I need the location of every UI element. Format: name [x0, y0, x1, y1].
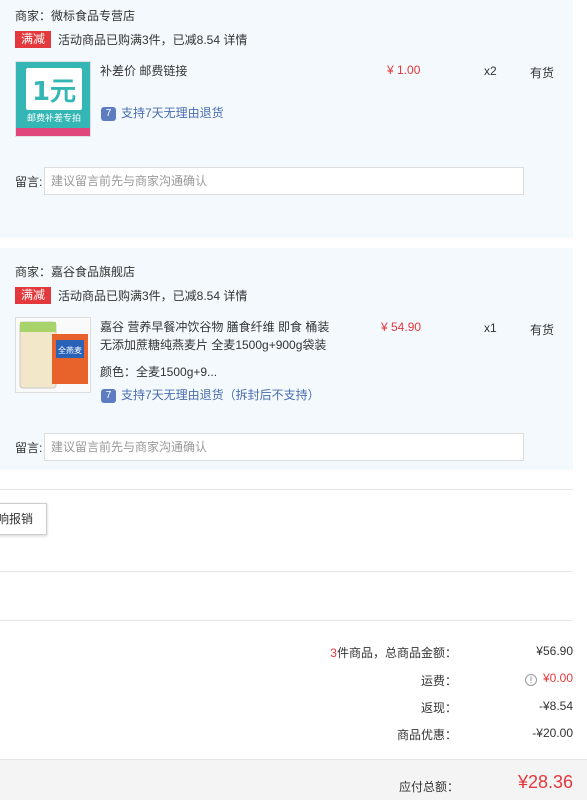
promo-detail-link[interactable]: 详情: [223, 33, 247, 47]
product-price: ¥ 54.90: [381, 320, 422, 334]
thumb-big-text: 1元: [32, 77, 76, 107]
return-guarantee-text: 支持7天无理由退货（拆封后不支持）: [121, 388, 320, 402]
product-name-line2: 无添加蔗糖纯燕麦片 全麦1500g+900g袋装: [100, 338, 327, 352]
promo-text: 活动商品已购满3件，已减8.54 详情: [58, 287, 247, 304]
invoice-button[interactable]: 响报销: [0, 503, 47, 535]
discount-label: 商品优惠：: [396, 728, 457, 742]
thumb-caption: 邮费补差专拍: [27, 112, 81, 124]
goods-count: 3: [330, 646, 337, 660]
cashback-label: 返现：: [420, 701, 457, 715]
total-label: 应付总额：: [398, 780, 459, 794]
promo-tag: 满减: [15, 31, 52, 48]
note-label: 留言:: [15, 441, 43, 455]
promo-tag: 满减: [15, 287, 52, 304]
promo-description: 活动商品已购满3件，已减8.54: [58, 289, 221, 303]
merchant-name[interactable]: 商家：嘉谷食品旗舰店: [15, 263, 135, 280]
product-variant: 颜色：全麦1500g+9...: [100, 365, 218, 379]
return-guarantee-text: 支持7天无理由退货: [121, 106, 224, 120]
product-name[interactable]: 补差价 邮费链接: [100, 62, 187, 80]
merchant-name[interactable]: 商家：微标食品专营店: [15, 7, 135, 24]
shipping-label: 运费：: [420, 674, 457, 688]
product-price: ¥ 1.00: [387, 63, 421, 77]
total-bar: 应付总额： ¥28.36: [0, 759, 587, 800]
return-guarantee[interactable]: 7 支持7天无理由退货（拆封后不支持）: [101, 388, 320, 403]
product-thumbnail[interactable]: 全燕麦: [15, 317, 91, 393]
goods-count-suffix: 件商品，总商品金额：: [336, 646, 457, 660]
promo-description: 活动商品已购满3件，已减8.54: [58, 33, 221, 47]
info-icon[interactable]: !: [524, 674, 537, 686]
section-divider: [0, 571, 573, 572]
cashback-value: -¥8.54: [538, 699, 573, 713]
total-value: ¥28.36: [517, 772, 573, 792]
oatmeal-thumbnail-graphic: 全燕麦: [16, 318, 90, 392]
goods-count-label: 3件商品，总商品金额：: [330, 644, 457, 661]
promo-detail-link[interactable]: 详情: [223, 289, 247, 303]
product-quantity: x1: [484, 321, 497, 335]
store-block-2: 商家：嘉谷食品旗舰店 满减 活动商品已购满3件，已减8.54 详情 全燕麦 嘉谷…: [0, 248, 573, 470]
product-quantity: x2: [484, 64, 497, 78]
note-input[interactable]: [44, 433, 524, 461]
shipping-row-value: ! ¥0.00: [524, 671, 573, 686]
section-divider: [0, 620, 573, 621]
note-input[interactable]: [44, 167, 524, 195]
product-thumbnail[interactable]: 1元 邮费补差专拍: [15, 61, 91, 137]
postage-thumbnail-graphic: 1元 邮费补差专拍: [16, 62, 90, 136]
goods-total-value: ¥56.90: [536, 644, 573, 658]
product-name[interactable]: 嘉谷 营养早餐冲饮谷物 膳食纤维 即食 桶装 无添加蔗糖纯燕麦片 全麦1500g…: [100, 318, 329, 354]
return-guarantee[interactable]: 7 支持7天无理由退货: [101, 106, 224, 121]
discount-value: -¥20.00: [532, 726, 573, 740]
thumb-text: 全燕麦: [58, 345, 82, 355]
product-name-line1: 嘉谷 营养早餐冲饮谷物 膳食纤维 即食 桶装: [100, 320, 330, 334]
note-label: 留言:: [15, 175, 43, 189]
return-policy-icon: 7: [101, 106, 116, 121]
return-policy-icon: 7: [101, 388, 116, 403]
stock-status: 有货: [530, 323, 555, 337]
shipping-value: ¥0.00: [542, 671, 573, 685]
stock-status: 有货: [530, 66, 555, 80]
store-block-1: 商家：微标食品专营店 满减 活动商品已购满3件，已减8.54 详情 1元 邮费补…: [0, 0, 573, 238]
section-divider: [0, 489, 573, 490]
promo-text: 活动商品已购满3件，已减8.54 详情: [58, 31, 247, 48]
